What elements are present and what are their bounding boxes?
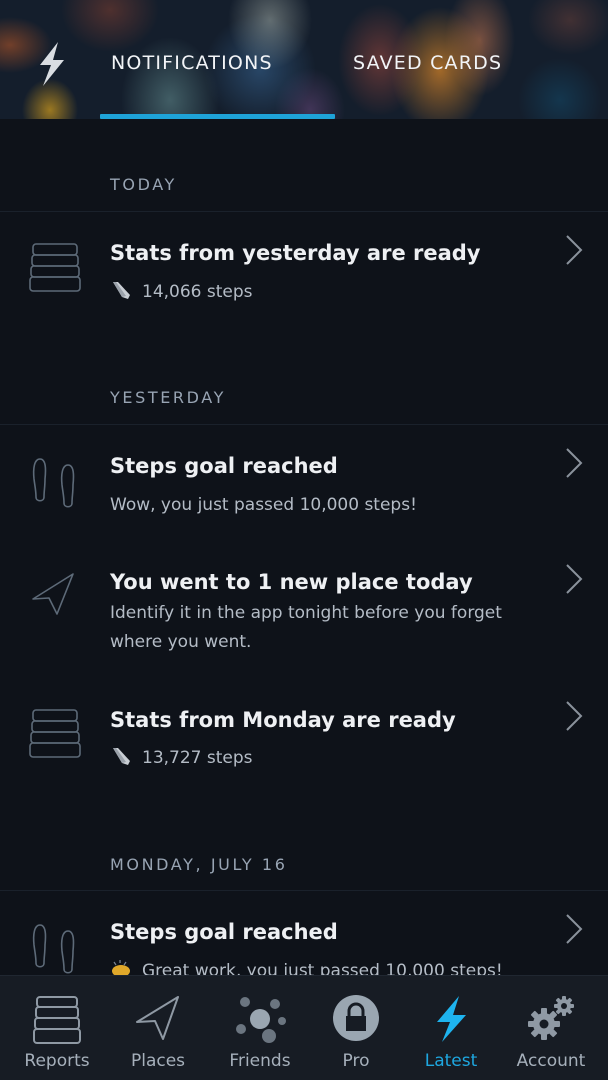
notification-subtitle: Identify it in the app tonight before yo… [110,603,502,652]
notification-title: You went to 1 new place today [110,570,473,594]
gears-icon [528,996,574,1040]
notification-item[interactable]: Stats from yesterday are ready 14,066 st… [0,212,608,332]
nav-label: Latest [424,1051,478,1071]
notifications-list[interactable]: TODAY Stats from yesterday are ready 14,… [0,119,608,975]
notification-item[interactable]: Steps goal reached Wow, you just passed … [0,425,608,541]
friends-dots-icon [236,997,286,1043]
chevron-right-icon[interactable] [564,447,584,479]
nav-item-pro[interactable]: Pro [306,976,406,1080]
steps-count: 13,727 steps [142,748,253,768]
tab-notifications[interactable]: NOTIFICATIONS [111,52,273,74]
footprints-icon [32,924,75,974]
nav-item-account[interactable]: Account [501,976,601,1080]
chevron-right-icon[interactable] [564,234,584,266]
nav-item-latest[interactable]: Latest [401,976,501,1080]
location-arrow-icon [32,573,74,615]
notification-subtitle: 13,727 steps [110,744,530,773]
notification-item[interactable]: You went to 1 new place today Identify i… [0,541,608,674]
header: NOTIFICATIONS SAVED CARDS [0,0,608,119]
nav-label: Account [516,1051,586,1071]
clapping-hands-icon [112,960,130,975]
nav-label: Friends [229,1051,291,1071]
notification-subtitle: Great work, you just passed 10,000 steps… [110,957,530,975]
chevron-right-icon[interactable] [564,700,584,732]
notification-item[interactable]: Stats from Monday are ready 13,727 steps [0,674,608,794]
nav-item-friends[interactable]: Friends [210,976,310,1080]
notification-subtitle: 14,066 steps [110,278,530,307]
stack-icon [29,243,81,292]
steps-count: 14,066 steps [142,282,253,302]
lock-icon [333,995,379,1041]
lightning-bolt-icon [40,42,64,86]
section-heading-today: TODAY [110,175,177,194]
notification-title: Steps goal reached [110,920,338,944]
stack-icon [33,996,81,1044]
sneaker-icon [113,282,130,299]
chevron-right-icon[interactable] [564,563,584,595]
lightning-bolt-icon [437,996,466,1042]
sneaker-icon [113,748,130,765]
notification-subtitle: Wow, you just passed 10,000 steps! [110,495,417,515]
notification-item[interactable]: Steps goal reached Great work, you just … [0,891,608,975]
footprints-icon [32,458,75,508]
nav-item-reports[interactable]: Reports [7,976,107,1080]
goal-message: Great work, you just passed 10,000 steps… [142,961,503,975]
bottom-nav: Reports Places Friends Pro Latest Accoun… [0,975,608,1080]
stack-icon [29,709,81,758]
notification-title: Steps goal reached [110,454,338,478]
chevron-right-icon[interactable] [564,913,584,945]
nav-item-places[interactable]: Places [108,976,208,1080]
tab-saved-cards[interactable]: SAVED CARDS [353,52,502,74]
nav-label: Reports [24,1051,90,1071]
section-heading-monday-july-16: MONDAY, JULY 16 [110,855,288,874]
nav-label: Places [130,1051,186,1071]
section-heading-yesterday: YESTERDAY [110,388,226,407]
location-arrow-icon [136,996,179,1040]
notification-title: Stats from yesterday are ready [110,241,481,265]
nav-label: Pro [342,1051,370,1071]
notification-title: Stats from Monday are ready [110,708,456,732]
